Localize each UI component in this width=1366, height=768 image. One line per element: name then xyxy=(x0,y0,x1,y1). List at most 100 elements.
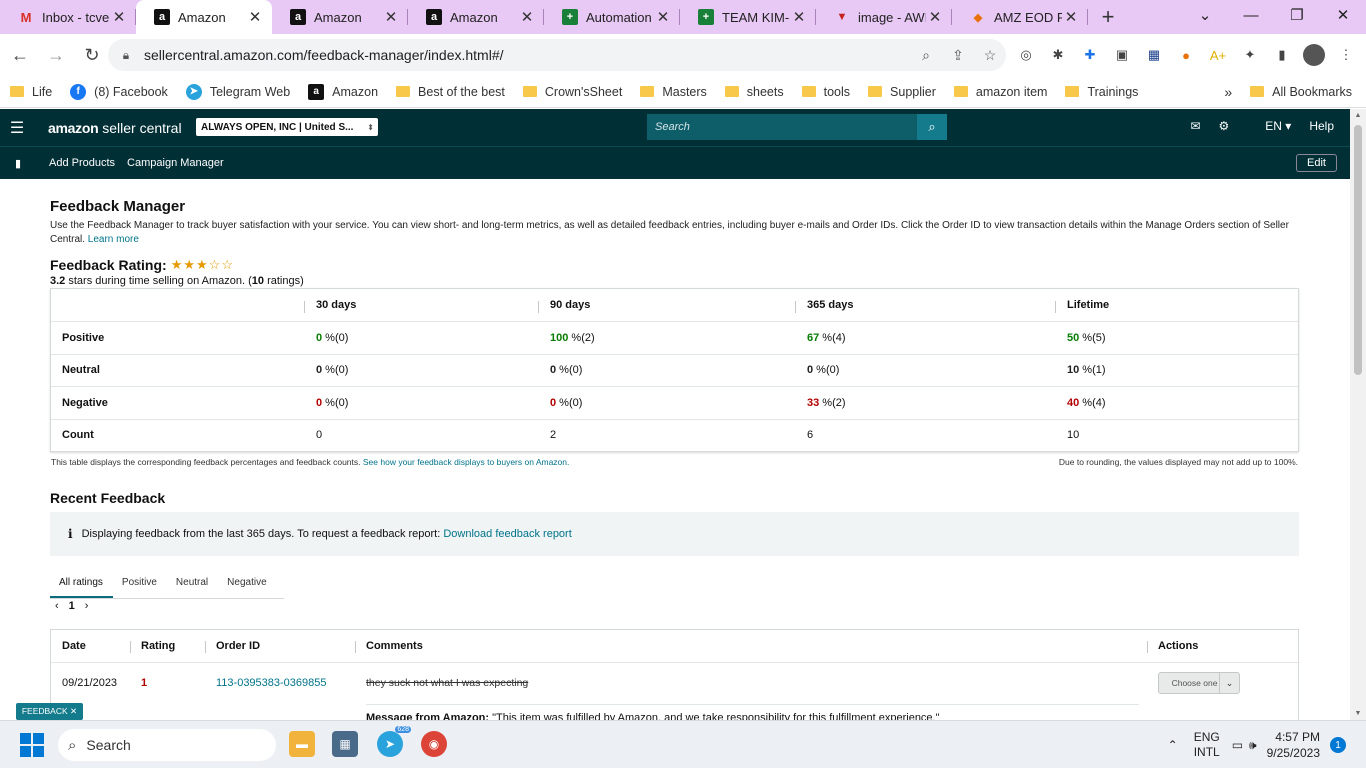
download-report-link[interactable]: Download feedback report xyxy=(443,528,571,540)
bookmark-item[interactable]: Supplier xyxy=(868,85,936,99)
chevron-right-icon[interactable]: » xyxy=(1224,84,1232,100)
calculator-icon[interactable]: ▦ xyxy=(332,731,358,757)
close-window-icon[interactable]: ✕ xyxy=(1320,0,1366,32)
side-panel-icon[interactable]: ▮ xyxy=(1266,42,1298,68)
browser-tab[interactable]: + TEAM KIM-RE✕ xyxy=(680,0,816,34)
search-icon[interactable]: ⌕ xyxy=(917,114,947,140)
close-tab-icon[interactable]: ✕ xyxy=(110,8,128,26)
taskbar-search[interactable]: ⌕ Search xyxy=(58,729,276,761)
menu-icon[interactable]: ⋮ xyxy=(1330,42,1362,68)
learn-more-link[interactable]: Learn more xyxy=(88,234,139,245)
close-tab-icon[interactable]: ✕ xyxy=(654,8,672,26)
restore-icon[interactable]: ❐ xyxy=(1274,0,1320,32)
site-info-icon[interactable]: 🔒︎ xyxy=(108,48,144,63)
new-tab-button[interactable]: + xyxy=(1088,0,1128,34)
feedback-tag-button[interactable]: FEEDBACK ✕ xyxy=(16,703,83,720)
file-explorer-icon[interactable]: ▬ xyxy=(289,731,315,757)
search-input[interactable]: Search xyxy=(647,114,917,140)
help-link[interactable]: Help xyxy=(1309,119,1334,133)
chevron-left-icon[interactable]: ‹ xyxy=(55,600,59,612)
close-tab-icon[interactable]: ✕ xyxy=(1062,8,1080,26)
language-selector[interactable]: EN ▾ xyxy=(1247,119,1291,133)
chevron-up-icon[interactable]: ⌃ xyxy=(1168,738,1178,752)
telegram-icon[interactable]: ➤ 628 xyxy=(377,726,411,757)
nav-campaign-manager[interactable]: Campaign Manager xyxy=(127,157,224,169)
page-scrollbar[interactable]: ▲ ▼ xyxy=(1350,109,1366,720)
amazon-icon: a xyxy=(308,83,325,100)
tab-negative[interactable]: Negative xyxy=(218,570,276,598)
scroll-down-icon[interactable]: ▼ xyxy=(1350,710,1366,717)
forward-icon[interactable]: → xyxy=(40,45,72,66)
extension-icon[interactable]: ✚ xyxy=(1074,42,1106,68)
omnibox[interactable]: 🔒︎ sellercentral.amazon.com/feedback-man… xyxy=(108,39,1006,71)
scroll-up-icon[interactable]: ▲ xyxy=(1350,112,1366,119)
bookmark-item[interactable]: Life xyxy=(10,85,52,99)
search-box[interactable]: Search ⌕ xyxy=(647,114,947,140)
nav-add-products[interactable]: Add Products xyxy=(49,157,115,169)
language-indicator[interactable]: ENG INTL xyxy=(1194,730,1220,760)
seller-central-logo[interactable]: amazon seller central xyxy=(48,120,182,136)
tab-positive[interactable]: Positive xyxy=(113,570,167,598)
browser-tab[interactable]: ▼ image - AWL ✕ xyxy=(816,0,952,34)
tab-search-icon[interactable]: ⌄ xyxy=(1182,0,1228,32)
bookmark-item[interactable]: f (8) Facebook xyxy=(70,83,168,100)
mail-icon[interactable]: ✉ xyxy=(1190,119,1200,133)
edit-button[interactable]: Edit xyxy=(1296,154,1337,172)
all-bookmarks[interactable]: » All Bookmarks xyxy=(1224,84,1352,100)
close-tab-icon[interactable]: ✕ xyxy=(518,8,536,26)
current-page[interactable]: 1 xyxy=(69,600,75,612)
gear-icon[interactable]: ⚙ xyxy=(1219,119,1230,133)
bookmark-item[interactable]: a Amazon xyxy=(308,83,378,100)
browser-tab[interactable]: a Amazon ✕ xyxy=(272,0,408,34)
account-switcher[interactable]: ALWAYS OPEN, INC | United S... ⬍ xyxy=(196,118,378,136)
clock[interactable]: 4:57 PM 9/25/2023 xyxy=(1267,729,1320,761)
order-id-link[interactable]: 113-0395383-0369855 xyxy=(205,677,355,689)
browser-tab-active[interactable]: a Amazon ✕ xyxy=(136,0,272,34)
comment-text: they suck not what I was expecting xyxy=(366,677,529,689)
extension-icon[interactable]: ● xyxy=(1170,42,1202,68)
chrome-icon[interactable]: ◉ xyxy=(421,731,447,757)
notification-badge[interactable]: 1 xyxy=(1330,737,1346,753)
volume-icon[interactable]: 🕪︎ xyxy=(1249,738,1257,753)
bookmark-item[interactable]: sheets xyxy=(724,85,784,99)
bookmark-item[interactable]: Best of the best xyxy=(396,85,505,99)
close-tab-icon[interactable]: ✕ xyxy=(382,8,400,26)
extension-icon[interactable]: ◎ xyxy=(1010,42,1042,68)
bookmark-star-icon[interactable]: ☆ xyxy=(974,47,1006,64)
all-bookmarks-label[interactable]: All Bookmarks xyxy=(1272,85,1352,99)
close-tab-icon[interactable]: ✕ xyxy=(790,8,808,26)
browser-tab[interactable]: M Inbox - tcvent✕ xyxy=(0,0,136,34)
extension-icon[interactable]: ▦ xyxy=(1138,42,1170,68)
bookmark-item[interactable]: amazon item xyxy=(953,85,1047,99)
hamburger-menu-icon[interactable]: ☰ xyxy=(0,118,34,138)
bookmark-item[interactable]: Trainings xyxy=(1065,85,1138,99)
chevron-right-icon[interactable]: › xyxy=(85,600,89,612)
close-tab-icon[interactable]: ✕ xyxy=(926,8,944,26)
browser-tab[interactable]: a Amazon ✕ xyxy=(408,0,544,34)
browser-tab[interactable]: + Automation A✕ xyxy=(544,0,680,34)
extension-icon[interactable]: A+ xyxy=(1202,42,1234,68)
bookmark-item[interactable]: Masters xyxy=(640,85,707,99)
tab-neutral[interactable]: Neutral xyxy=(167,570,218,598)
url-text[interactable]: sellercentral.amazon.com/feedback-manage… xyxy=(144,47,910,63)
scroll-thumb[interactable] xyxy=(1354,125,1362,375)
back-icon[interactable]: ← xyxy=(4,45,36,66)
network-icon[interactable]: ▭ xyxy=(1232,738,1243,752)
windows-start-icon[interactable] xyxy=(20,732,44,757)
extensions-puzzle-icon[interactable]: ✦ xyxy=(1234,42,1266,68)
action-dropdown[interactable]: Choose one ⌄ xyxy=(1158,672,1240,694)
zoom-icon[interactable]: ⌕ xyxy=(910,47,942,64)
close-tab-icon[interactable]: ✕ xyxy=(246,8,264,26)
profile-avatar[interactable] xyxy=(1303,44,1325,66)
minimize-icon[interactable]: — xyxy=(1228,0,1274,32)
bookmark-item[interactable]: ➤ Telegram Web xyxy=(185,83,290,100)
bookmark-item[interactable]: tools xyxy=(801,85,850,99)
reload-icon[interactable]: ↻ xyxy=(76,45,108,66)
extension-icon[interactable]: ▣ xyxy=(1106,42,1138,68)
tab-all-ratings[interactable]: All ratings xyxy=(50,570,113,598)
share-icon[interactable]: ⇪ xyxy=(942,47,974,64)
extension-icon[interactable]: ✱ xyxy=(1042,42,1074,68)
buyer-display-link[interactable]: See how your feedback displays to buyers… xyxy=(363,457,569,467)
bookmark-item[interactable]: Crown'sSheet xyxy=(522,85,622,99)
browser-tab[interactable]: ◆ AMZ EOD Rep✕ xyxy=(952,0,1088,34)
